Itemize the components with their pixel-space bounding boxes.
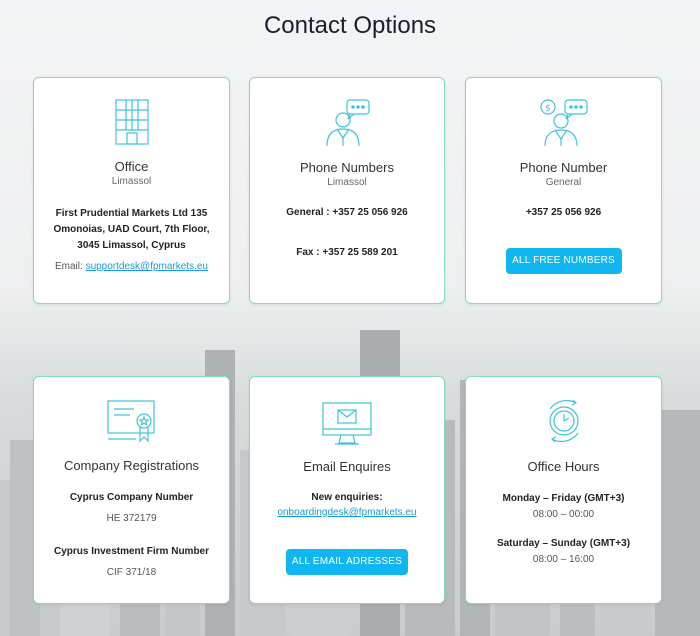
office-hours-card: Office Hours Monday – Friday (GMT+3) 08:… (465, 376, 662, 604)
all-email-addresses-button[interactable]: ALL EMAIL ADRESSES (286, 549, 408, 575)
all-free-numbers-button[interactable]: ALL FREE NUMBERS (505, 248, 622, 274)
clock-icon (548, 399, 579, 443)
svg-text:$: $ (545, 104, 551, 114)
hours-weekday-value: 08:00 – 00:00 (532, 509, 595, 520)
registrations-label1: Cyprus Company Number (69, 492, 194, 503)
page-title: Contact Options (263, 12, 437, 39)
registrations-value2: CIF 371/18 (106, 567, 157, 578)
phone-general-card: $ Phone Number General +357 25 056 926 A… (465, 77, 662, 304)
hours-weekend-label: Saturday – Sunday (GMT+3) (496, 538, 631, 549)
monitor-envelope-icon (322, 402, 372, 445)
office-address-line1: First Prudential Markets Ltd 135 (55, 208, 208, 219)
office-email-row: Email: supportdesk@fpmarkets.eu (34, 261, 229, 272)
office-hours-title: Office Hours (527, 459, 600, 474)
office-card: Office Limassol First Prudential Markets… (33, 77, 230, 304)
registrations-label2: Cyprus Investment Firm Number (53, 546, 210, 557)
phone-limassol-subtitle: Limassol (327, 177, 367, 188)
phone-general-number: +357 25 056 926 (525, 207, 602, 218)
email-title: Email Enquires (303, 459, 391, 474)
phone-fax: Fax : +357 25 589 201 (296, 247, 398, 258)
office-subtitle: Limassol (111, 176, 152, 187)
email-label: New enquiries: (311, 492, 383, 503)
hours-weekend-value: 08:00 – 16:00 (532, 554, 595, 565)
agent-dollar-chat-icon: $ (539, 99, 588, 147)
registrations-value1: HE 372179 (106, 513, 157, 524)
office-address-line3: 3045 Limassol, Cyprus (77, 240, 186, 251)
email-enquiries-card: Email Enquires New enquiries: onboarding… (249, 376, 445, 604)
support-agent-chat-icon (326, 99, 370, 147)
phone-general-subtitle: General (545, 177, 582, 188)
office-address-line2: Omonoias, UAD Court, 7th Floor, (53, 224, 210, 235)
phone-limassol-card: Phone Numbers Limassol General : +357 25… (249, 77, 445, 304)
office-title: Office (114, 159, 149, 174)
email-address-row: onboardingdesk@fpmarkets.eu (250, 507, 444, 518)
office-email-link[interactable]: supportdesk@fpmarkets.eu (86, 261, 208, 272)
certificate-icon (106, 400, 155, 443)
hours-weekday-label: Monday – Friday (GMT+3) (502, 493, 625, 504)
office-email-label: Email: (54, 261, 83, 272)
phone-general-title: Phone Number (519, 160, 608, 175)
office-building-icon (114, 99, 149, 145)
email-address-link[interactable]: onboardingdesk@fpmarkets.eu (277, 507, 416, 518)
company-registrations-card: Company Registrations Cyprus Company Num… (33, 376, 230, 604)
phone-general: General : +357 25 056 926 (286, 207, 408, 218)
phone-limassol-title: Phone Numbers (300, 160, 394, 175)
registrations-title: Company Registrations (63, 458, 200, 473)
